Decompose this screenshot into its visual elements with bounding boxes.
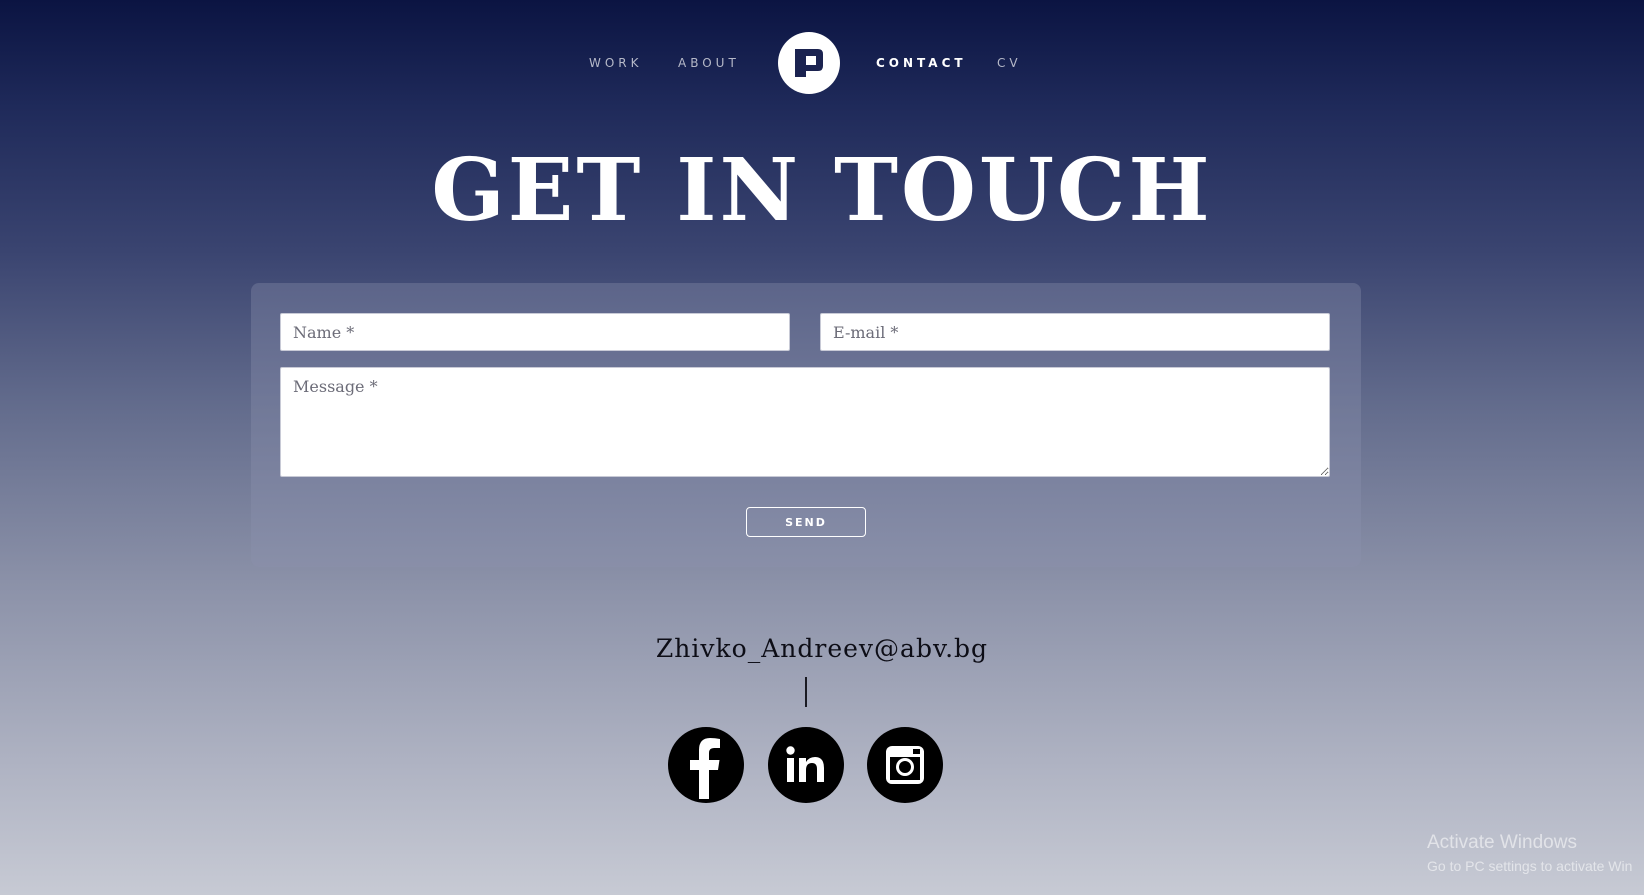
nav-item-contact[interactable]: CONTACT bbox=[876, 56, 967, 70]
linkedin-icon[interactable] bbox=[768, 727, 844, 803]
page-title: GET IN TOUCH bbox=[431, 140, 1213, 241]
watermark-title: Activate Windows bbox=[1427, 832, 1577, 853]
send-button[interactable]: SEND bbox=[746, 507, 866, 537]
email-field[interactable] bbox=[820, 313, 1330, 351]
facebook-icon[interactable] bbox=[668, 727, 744, 803]
contact-form: SEND bbox=[251, 283, 1361, 567]
monogram-logo-icon[interactable] bbox=[778, 32, 840, 94]
nav-item-cv[interactable]: CV bbox=[997, 56, 1022, 70]
divider bbox=[805, 677, 807, 707]
contact-email-link[interactable]: Zhivko_Andreev@abv.bg bbox=[0, 634, 1644, 663]
nav-item-about[interactable]: ABOUT bbox=[678, 56, 740, 70]
nav-item-work[interactable]: WORK bbox=[589, 56, 643, 70]
watermark-subtitle: Go to PC settings to activate Win bbox=[1427, 858, 1633, 874]
windows-activation-watermark: Activate Windows Go to PC settings to ac… bbox=[1427, 832, 1632, 874]
instagram-icon[interactable] bbox=[867, 727, 943, 803]
message-field[interactable] bbox=[280, 367, 1330, 477]
name-field[interactable] bbox=[280, 313, 790, 351]
top-navigation: WORK ABOUT CONTACT CV bbox=[0, 30, 1644, 94]
